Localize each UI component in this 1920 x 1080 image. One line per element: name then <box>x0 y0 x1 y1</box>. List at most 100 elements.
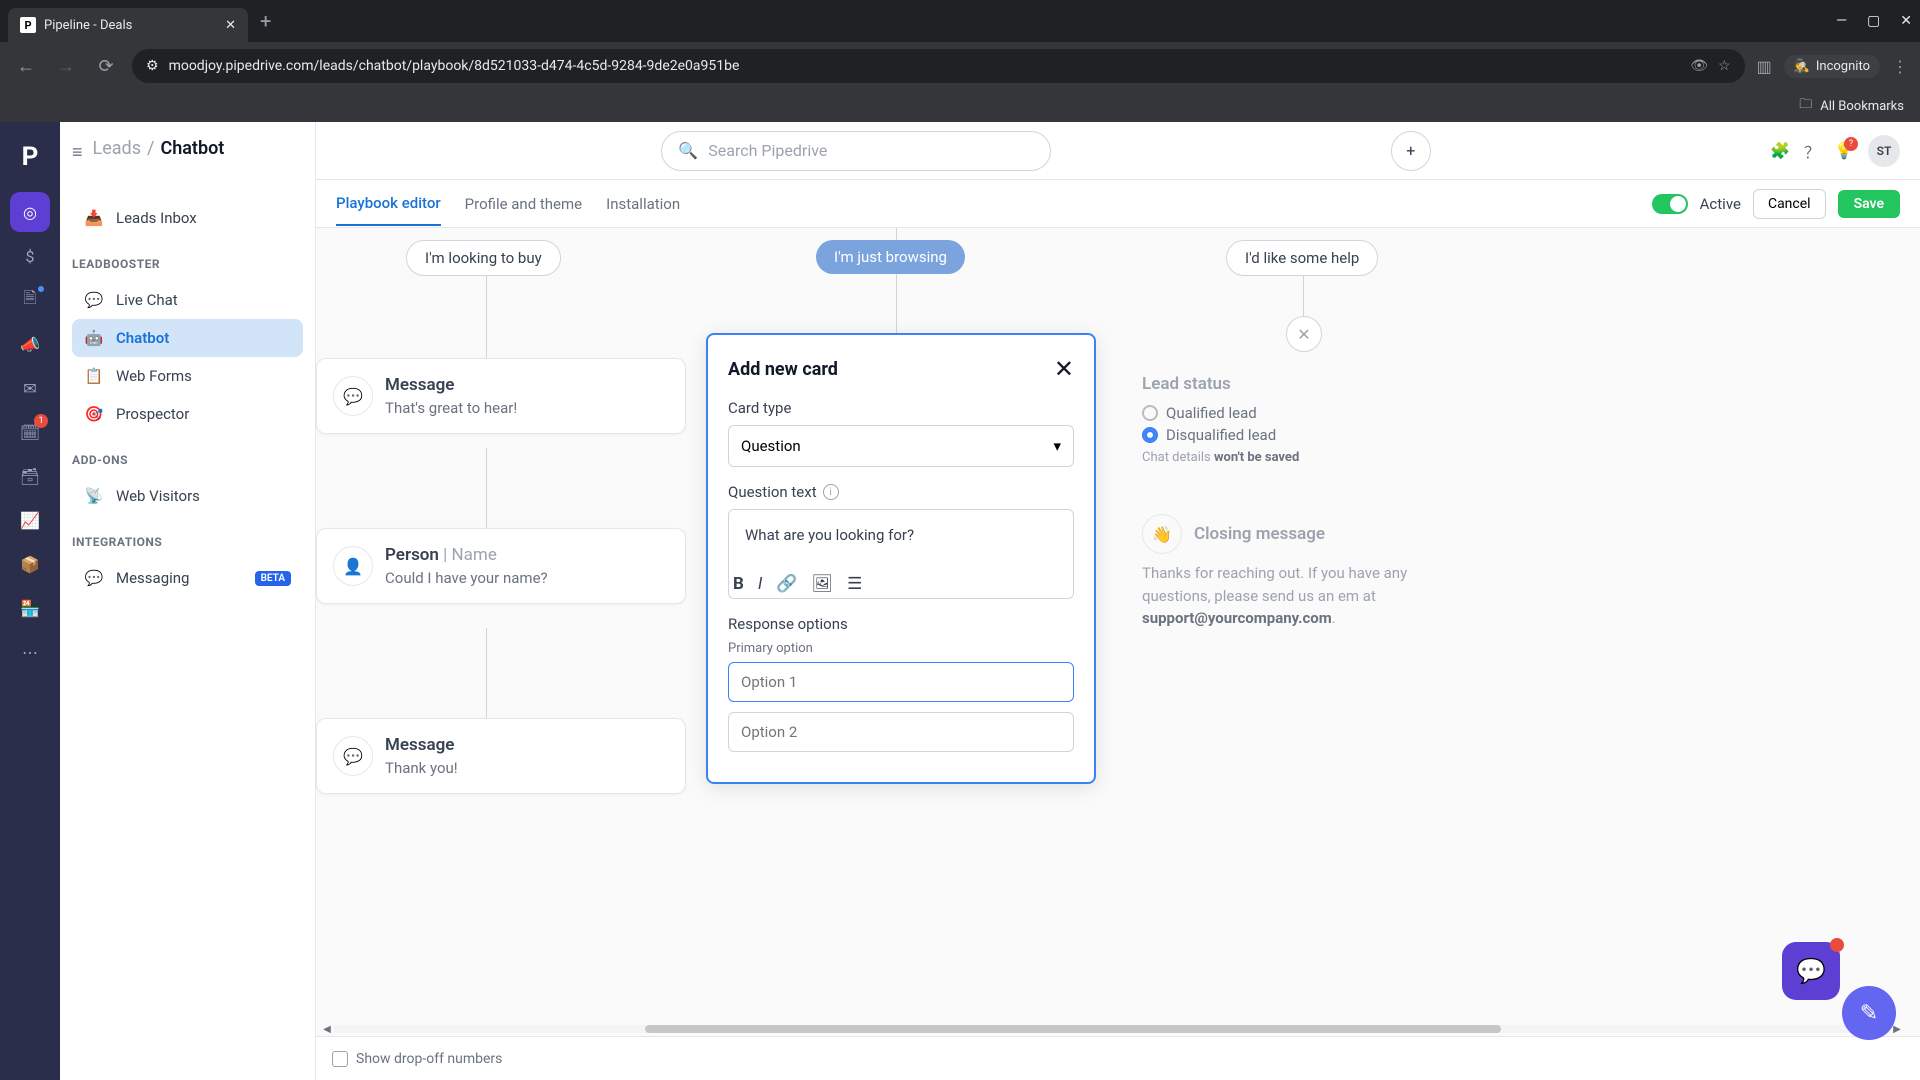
incognito-badge[interactable]: 🕵 Incognito <box>1784 55 1880 78</box>
minimize-icon[interactable]: — <box>1836 13 1847 29</box>
rail-activities-icon[interactable]: 1🗓 <box>10 412 50 452</box>
maximize-icon[interactable]: ▢ <box>1867 13 1880 29</box>
site-settings-icon[interactable]: ⚙ <box>146 58 159 74</box>
card-title: Person | Name <box>385 545 548 565</box>
bookmark-star-icon[interactable]: ☆ <box>1718 58 1731 74</box>
eye-off-icon[interactable]: 👁 <box>1690 58 1708 74</box>
canvas-footer: Show drop-off numbers <box>316 1036 1920 1080</box>
browser-tab[interactable]: P Pipeline - Deals ✕ <box>8 8 248 42</box>
new-tab-button[interactable]: + <box>260 9 271 33</box>
option-2-input[interactable] <box>728 712 1074 752</box>
sidebar-collapse-icon[interactable]: ≡ <box>72 142 83 163</box>
cancel-button[interactable]: Cancel <box>1753 189 1826 219</box>
radio-icon <box>1142 405 1158 421</box>
bookmarks-bar: 🗀 All Bookmarks <box>0 90 1920 122</box>
dropoff-checkbox[interactable]: Show drop-off numbers <box>332 1051 502 1067</box>
rail-contacts-icon[interactable]: 🗃 <box>10 456 50 496</box>
scroll-thumb[interactable] <box>645 1025 1501 1033</box>
message-icon: 💬 <box>333 736 373 776</box>
message-icon: 💬 <box>84 569 104 587</box>
rail-deals-icon[interactable]: $ <box>10 236 50 276</box>
chip-browse[interactable]: I'm just browsing <box>816 240 965 274</box>
rail-projects-icon[interactable]: 🗎 <box>10 280 50 320</box>
link-icon[interactable]: 🔗 <box>776 574 797 594</box>
reload-icon[interactable]: ⟳ <box>92 56 120 77</box>
panel-icon[interactable]: ▥ <box>1757 57 1772 76</box>
scroll-left-icon[interactable]: ◀ <box>320 1024 334 1035</box>
person-icon: 👤 <box>333 546 373 586</box>
rail-insights-icon[interactable]: 📈 <box>10 500 50 540</box>
save-button[interactable]: Save <box>1838 190 1900 218</box>
primary-option-label: Primary option <box>728 641 1074 656</box>
question-text-label: Question text i <box>728 483 1074 501</box>
card-message-1[interactable]: 💬 Message That's great to hear! <box>316 358 686 434</box>
top-bar: 🔍 Search Pipedrive + 🧩 ？ 💡? ST <box>316 122 1920 180</box>
card-closing-message[interactable]: 👋 Closing message Thanks for reaching ou… <box>1126 498 1486 646</box>
image-icon[interactable]: 🖼 <box>812 574 834 594</box>
tips-icon[interactable]: 💡? <box>1834 141 1854 160</box>
inbox-icon: 📥 <box>84 209 104 227</box>
back-icon[interactable]: ← <box>12 56 40 77</box>
radio-qualified[interactable]: Qualified lead <box>1142 404 1450 422</box>
breadcrumb-parent[interactable]: Leads <box>93 138 141 159</box>
sidebar-item-prospector[interactable]: 🎯 Prospector <box>72 395 303 433</box>
target-icon: 🎯 <box>84 405 104 423</box>
chat-fab[interactable]: 💬 <box>1782 942 1840 1000</box>
forward-icon[interactable]: → <box>52 56 80 77</box>
all-bookmarks-link[interactable]: All Bookmarks <box>1820 99 1904 114</box>
playbook-canvas[interactable]: I'm looking to buy I'm just browsing I'd… <box>316 228 1920 1080</box>
app-logo-icon[interactable]: P <box>22 134 39 188</box>
browser-menu-icon[interactable]: ⋮ <box>1892 57 1908 76</box>
tab-close-icon[interactable]: ✕ <box>225 18 236 33</box>
rail-more-icon[interactable]: ⋯ <box>10 632 50 672</box>
card-lead-status[interactable]: Lead status Qualified lead Disqualified … <box>1126 358 1466 481</box>
response-options-label: Response options <box>728 615 1074 633</box>
question-text-input[interactable]: What are you looking for? <box>733 514 1069 556</box>
italic-icon[interactable]: I <box>758 574 762 594</box>
rail-marketplace-icon[interactable]: 🏪 <box>10 588 50 628</box>
help-fab[interactable]: ✎ <box>1842 986 1896 1040</box>
chip-buy[interactable]: I'm looking to buy <box>406 240 561 276</box>
card-message-2[interactable]: 💬 Message Thank you! <box>316 718 686 794</box>
tab-installation[interactable]: Installation <box>606 183 680 225</box>
tab-title: Pipeline - Deals <box>44 18 132 33</box>
tab-playbook-editor[interactable]: Playbook editor <box>336 182 441 226</box>
scroll-track[interactable] <box>334 1025 1890 1033</box>
info-icon[interactable]: i <box>823 484 839 500</box>
radio-disqualified[interactable]: Disqualified lead <box>1142 426 1450 444</box>
sidebar-item-leads-inbox[interactable]: 📥 Leads Inbox <box>72 199 303 237</box>
delete-node-button[interactable]: ✕ <box>1286 316 1322 352</box>
close-window-icon[interactable]: ✕ <box>1900 13 1912 29</box>
extensions-icon[interactable]: 🧩 <box>1770 141 1790 160</box>
card-person[interactable]: 👤 Person | Name Could I have your name? <box>316 528 686 604</box>
sidebar-group-leadbooster: LEADBOOSTER <box>72 257 303 271</box>
sub-nav: Playbook editor Profile and theme Instal… <box>316 180 1920 228</box>
rail-campaigns-icon[interactable]: 📣 <box>10 324 50 364</box>
add-button[interactable]: + <box>1391 131 1431 171</box>
sidebar-item-live-chat[interactable]: 💬 Live Chat <box>72 281 303 319</box>
active-toggle[interactable] <box>1652 194 1688 214</box>
search-input[interactable]: 🔍 Search Pipedrive <box>661 131 1051 171</box>
sidebar-item-messaging[interactable]: 💬 Messaging BETA <box>72 559 303 597</box>
bold-icon[interactable]: B <box>733 574 744 594</box>
sidebar-item-web-visitors[interactable]: 📡 Web Visitors <box>72 477 303 515</box>
url-field[interactable]: ⚙ moodjoy.pipedrive.com/leads/chatbot/pl… <box>132 49 1745 83</box>
form-icon: 📋 <box>84 367 104 385</box>
option-1-input[interactable] <box>728 662 1074 702</box>
sidebar-item-web-forms[interactable]: 📋 Web Forms <box>72 357 303 395</box>
avatar[interactable]: ST <box>1868 135 1900 167</box>
rail-mail-icon[interactable]: ✉ <box>10 368 50 408</box>
message-icon: 💬 <box>333 376 373 416</box>
close-icon[interactable]: ✕ <box>1054 355 1074 383</box>
rail-leads-icon[interactable]: ◎ <box>10 192 50 232</box>
incognito-icon: 🕵 <box>1794 59 1810 74</box>
tab-profile-theme[interactable]: Profile and theme <box>465 183 582 225</box>
help-icon[interactable]: ？ <box>1804 139 1820 163</box>
list-icon[interactable]: ☰ <box>847 574 862 594</box>
sidebar-group-integrations: INTEGRATIONS <box>72 535 303 549</box>
chip-help[interactable]: I'd like some help <box>1226 240 1378 276</box>
horizontal-scrollbar[interactable]: ◀ ▶ <box>320 1022 1904 1036</box>
rail-products-icon[interactable]: 📦 <box>10 544 50 584</box>
card-type-select[interactable]: Question ▾ <box>728 425 1074 467</box>
sidebar-item-chatbot[interactable]: 🤖 Chatbot <box>72 319 303 357</box>
